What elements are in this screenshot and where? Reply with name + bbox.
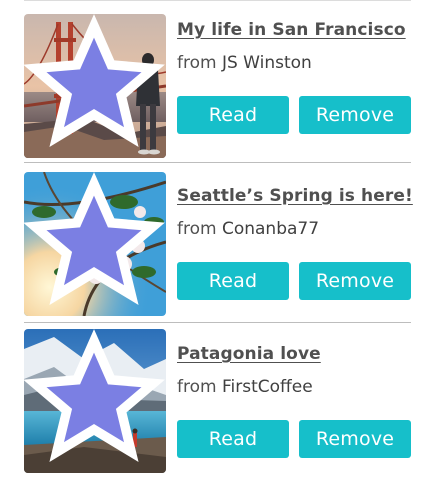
author-name: JS Winston: [221, 53, 312, 73]
article-source: from FirstCoffee: [177, 377, 313, 397]
article-title[interactable]: Patagonia love: [177, 344, 321, 364]
article-thumbnail-golden-gate[interactable]: [24, 14, 166, 158]
article-source: from Conanba77: [177, 219, 319, 239]
article-thumbnail-cherry-blossom[interactable]: [24, 172, 166, 316]
article-source: from JS Winston: [177, 53, 312, 73]
read-button[interactable]: Read: [177, 420, 289, 458]
remove-button[interactable]: Remove: [299, 262, 411, 300]
read-button[interactable]: Read: [177, 262, 289, 300]
article-title[interactable]: Seattle’s Spring is here!: [177, 186, 413, 206]
saved-articles-list: My life in San Francisco from JS Winston…: [0, 0, 424, 488]
item-divider: [24, 322, 411, 323]
from-label: from: [177, 377, 217, 397]
star-icon[interactable]: [24, 14, 165, 157]
read-button[interactable]: Read: [177, 96, 289, 134]
star-icon[interactable]: [24, 172, 165, 315]
remove-button[interactable]: Remove: [299, 420, 411, 458]
top-divider: [24, 0, 411, 1]
from-label: from: [177, 53, 217, 73]
from-label: from: [177, 219, 217, 239]
item-divider: [24, 162, 411, 163]
author-name: FirstCoffee: [221, 377, 313, 397]
author-name: Conanba77: [221, 219, 320, 239]
article-thumbnail-patagonia[interactable]: [24, 329, 166, 473]
remove-button[interactable]: Remove: [299, 96, 411, 134]
article-title[interactable]: My life in San Francisco: [177, 20, 406, 40]
star-icon[interactable]: [24, 329, 165, 472]
